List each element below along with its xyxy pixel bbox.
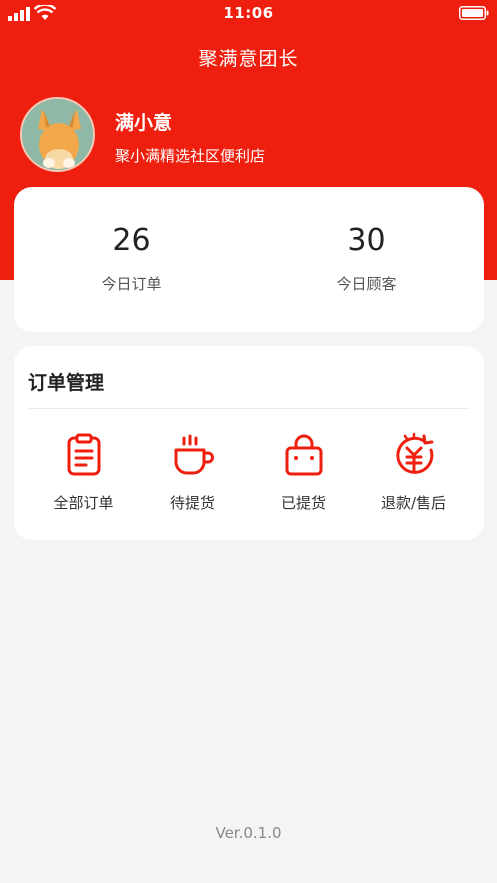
status-bar: 11:06 — [0, 0, 497, 28]
order-pending-pickup-button[interactable]: 待提货 — [134, 426, 251, 526]
order-picked-up-button[interactable]: 已提货 — [245, 426, 362, 526]
order-refund-button[interactable]: 退款/售后 — [355, 426, 472, 526]
stats-card: 26 今日订单 30 今日顾客 — [14, 187, 484, 332]
refund-icon — [395, 432, 433, 474]
divider — [28, 408, 470, 409]
order-all-button[interactable]: 全部订单 — [25, 426, 142, 526]
stat-value: 30 — [347, 223, 386, 258]
page-title: 聚满意团长 — [198, 48, 299, 70]
clipboard-icon — [67, 433, 100, 476]
section-title: 订单管理 — [28, 372, 105, 394]
stat-value: 26 — [112, 223, 151, 258]
store-name: 聚小满精选社区便利店 — [115, 147, 266, 165]
battery-icon — [459, 6, 489, 20]
bag-icon — [285, 434, 322, 476]
stat-label: 今日订单 — [101, 275, 162, 293]
stat-today-customers[interactable]: 30 今日顾客 — [249, 187, 484, 332]
cup-icon — [174, 434, 214, 475]
order-label: 待提货 — [169, 494, 215, 512]
version-text: Ver.0.1.0 — [215, 824, 282, 842]
order-label: 已提货 — [280, 494, 326, 512]
avatar[interactable] — [20, 97, 95, 172]
order-management-card: 订单管理 全部订单 待提货 已提货 退款/售后 — [14, 346, 484, 540]
user-name: 满小意 — [115, 112, 173, 134]
stat-today-orders[interactable]: 26 今日订单 — [14, 187, 249, 332]
order-label: 退款/售后 — [380, 494, 447, 512]
status-time: 11:06 — [223, 4, 274, 22]
order-label: 全部订单 — [53, 494, 114, 512]
stat-label: 今日顾客 — [336, 275, 397, 293]
